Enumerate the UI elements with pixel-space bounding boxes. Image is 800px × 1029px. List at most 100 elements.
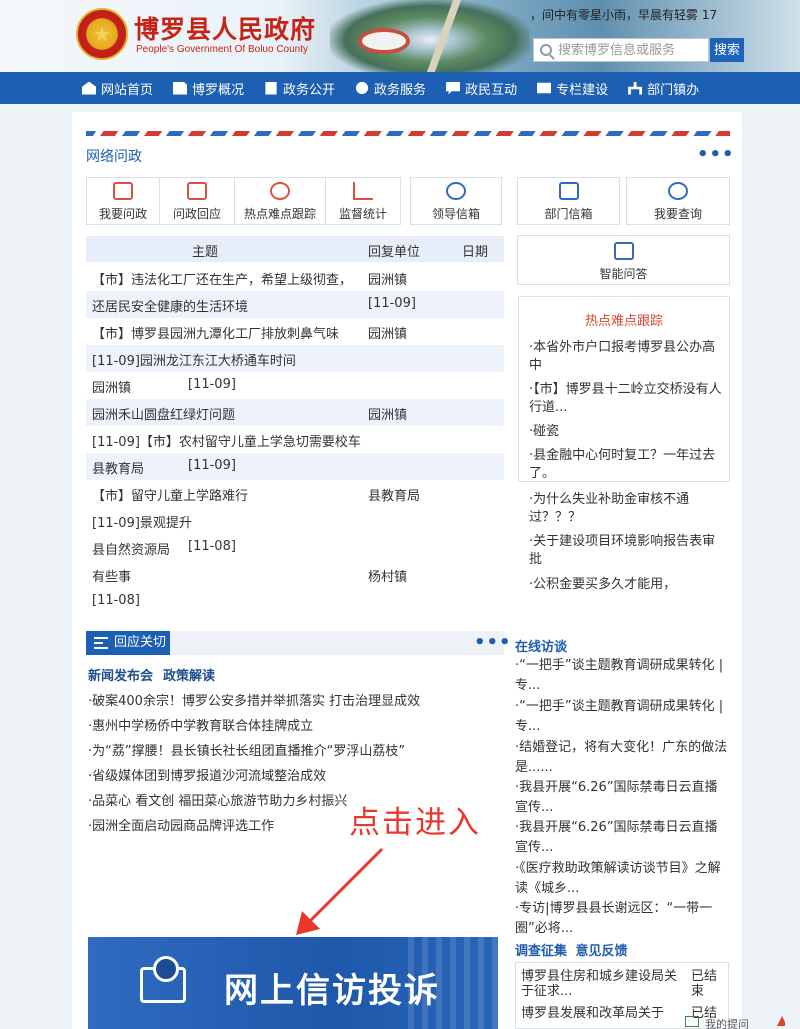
row-unit: 园洲镇 xyxy=(368,408,408,423)
survey-tabs: 调查征集 意见反馈 xyxy=(515,940,628,959)
wenzheng-tools: 我要问政 问政回应 热点难点跟踪 监督统计 xyxy=(86,177,401,225)
mail-icon xyxy=(558,182,579,200)
table-row[interactable]: 县自然资源局 [11-08] xyxy=(86,534,504,561)
talk-item[interactable]: ·结婚登记，将有大变化！广东的做法是...... xyxy=(515,738,729,778)
more-icon[interactable]: ••• xyxy=(697,146,735,164)
table-row[interactable]: [11-09]景观提升 xyxy=(86,507,504,534)
news-item[interactable]: ·为“荔”撑腰！县长镇长社长组团直播推介“罗浮山荔枝” xyxy=(88,740,405,759)
alert-icon xyxy=(777,1016,785,1026)
hot-item[interactable]: ·县金融中心何时复工？一年过去了。 xyxy=(529,447,725,483)
table-row[interactable]: 【市】博罗县园洲九潭化工厂排放刺鼻气味 园洲镇 xyxy=(86,318,504,345)
talk-item[interactable]: ·我县开展“6.26”国际禁毒日云直播宣传... xyxy=(515,818,729,858)
online-talk-title[interactable]: 在线访谈 xyxy=(515,636,567,655)
hot-tracking-title[interactable]: 热点难点跟踪 xyxy=(520,310,728,329)
news-item[interactable]: ·品菜心 看文创 福田菜心旅游节助力乡村振兴 xyxy=(88,790,347,809)
table-row[interactable]: 园洲禾山圆盘红绿灯问题 园洲镇 xyxy=(86,399,504,426)
question-icon xyxy=(270,182,290,200)
hot-item[interactable]: ·公积金要买多久才能用， xyxy=(529,576,725,594)
petition-banner[interactable]: 网上信访投诉 xyxy=(88,937,498,1029)
national-emblem-icon[interactable]: ★ xyxy=(76,8,128,60)
document-icon xyxy=(265,81,277,95)
main-nav: 网站首页 博罗概况 政务公开 政务服务 政民互动 专栏建设 部门镇办 xyxy=(0,72,800,104)
document-icon xyxy=(187,182,207,200)
nav-departments[interactable]: 部门镇办 xyxy=(628,79,699,98)
table-row[interactable]: 【市】留守儿童上学路难行 县教育局 xyxy=(86,480,504,507)
search-icon xyxy=(540,44,552,56)
hot-item[interactable]: ·【市】博罗县十二岭立交桥没有人行道... xyxy=(529,381,725,417)
table-row[interactable]: [11-09]园洲龙江东江大桥通车时间 xyxy=(86,345,504,372)
row-date: [11-09] xyxy=(188,377,236,392)
list-icon xyxy=(94,637,108,649)
row-date: [11-09] xyxy=(188,458,236,473)
site-title[interactable]: 博罗县人民政府 xyxy=(134,10,316,46)
nav-home[interactable]: 网站首页 xyxy=(82,79,153,98)
row-subject: 园洲镇 xyxy=(92,381,132,396)
nav-services[interactable]: 政务服务 xyxy=(355,79,426,98)
news-item[interactable]: ·园洲全面启动园商品牌评选工作 xyxy=(88,815,274,834)
tool-statistics[interactable]: 监督统计 xyxy=(325,177,401,225)
search-icon xyxy=(668,182,688,200)
table-row[interactable]: 还居民安全健康的生活环境 [11-09] xyxy=(86,291,504,318)
search-input[interactable] xyxy=(558,42,708,58)
table-row[interactable]: [11-08] xyxy=(86,588,504,615)
hot-item[interactable]: ·本省外市户口报考博罗县公办高中 xyxy=(529,339,725,375)
hot-item[interactable]: ·为什么失业补助金审核不通过？？？ xyxy=(529,491,725,527)
floating-ask-widget[interactable]: 我的提问 xyxy=(685,1016,785,1029)
more-icon[interactable]: ••• xyxy=(474,634,512,652)
tool-response[interactable]: 问政回应 xyxy=(159,177,235,225)
tab-feedback[interactable]: 意见反馈 xyxy=(576,944,628,959)
nav-overview[interactable]: 博罗概况 xyxy=(173,79,244,98)
tool-query[interactable]: 我要查询 xyxy=(626,177,730,225)
talk-item[interactable]: ·专访|博罗县县长谢远区：“一带一圈”必将... xyxy=(515,899,729,939)
search-button[interactable]: 搜索 xyxy=(710,38,744,62)
row-date: [11-08] xyxy=(188,539,236,554)
site-header: ★ 博罗县人民政府 People's Government Of Boluo C… xyxy=(0,0,800,72)
nav-columns[interactable]: 专栏建设 xyxy=(537,79,608,98)
row-subject: [11-09]景观提升 xyxy=(92,516,192,531)
book-icon xyxy=(537,82,552,94)
tab-response[interactable]: 回应关切 xyxy=(86,631,170,655)
talk-item[interactable]: ·我县开展“6.26”国际禁毒日云直播宣传... xyxy=(515,778,729,818)
tool-label: 我要问政 xyxy=(98,207,147,221)
table-row[interactable]: 有些事 杨村镇 xyxy=(86,561,504,588)
news-item[interactable]: ·惠州中学杨侨中学教育联合体挂牌成立 xyxy=(88,715,313,734)
news-item[interactable]: ·破案400余宗！博罗公安多措并举抓落实 打击治理显成效 xyxy=(88,690,420,709)
nav-gov-affairs[interactable]: 政务公开 xyxy=(264,79,335,98)
table-row[interactable]: 县教育局 [11-09] xyxy=(86,453,504,480)
row-subject: 【市】博罗县园洲九潭化工厂排放刺鼻气味 xyxy=(92,327,340,342)
nav-interaction[interactable]: 政民互动 xyxy=(446,79,517,98)
tool-leader-mailbox[interactable]: 领导信箱 xyxy=(410,177,502,225)
tool-hot-tracking[interactable]: 热点难点跟踪 xyxy=(234,177,326,225)
graduation-cap-icon xyxy=(613,242,634,260)
tab-policy-interpretation[interactable]: 政策解读 xyxy=(163,669,215,684)
table-row[interactable]: [11-09]【市】农村留守儿童上学急切需要校车 xyxy=(86,426,504,453)
nav-label: 政务公开 xyxy=(283,82,336,98)
survey-item[interactable]: 博罗县住房和城乡建设局关于征求... 已结束 xyxy=(515,969,729,999)
nav-label: 部门镇办 xyxy=(647,82,700,98)
tab-press-conference[interactable]: 新闻发布会 xyxy=(88,669,153,684)
col-subject: 主题 xyxy=(192,245,219,260)
search-box xyxy=(533,38,709,62)
tool-dept-mailbox[interactable]: 部门信箱 xyxy=(517,177,620,225)
tool-ask[interactable]: 我要问政 xyxy=(86,177,160,225)
talk-item[interactable]: ·“一把手”谈主题教育调研成果转化 | 专... xyxy=(515,656,729,696)
hot-item[interactable]: ·关于建设项目环境影响报告表审批 xyxy=(529,533,725,569)
row-subject: [11-09]【市】农村留守儿童上学急切需要校车 xyxy=(92,435,361,450)
nav-label: 网站首页 xyxy=(101,82,154,98)
tool-smart-qa[interactable]: 智能问答 xyxy=(517,235,730,285)
chart-icon xyxy=(353,182,373,200)
talk-item[interactable]: ·“一把手”谈主题教育调研成果转化 | 专... xyxy=(515,697,729,737)
news-item[interactable]: ·省级媒体团到博罗报道沙河流域整治成效 xyxy=(88,765,326,784)
talk-item[interactable]: ·《医疗救助政策解读访谈节目》之解读《城乡... xyxy=(515,859,729,899)
table-row[interactable]: 园洲镇 [11-09] xyxy=(86,372,504,399)
tool-label: 智能问答 xyxy=(599,267,648,281)
table-row[interactable]: 【市】违法化工厂还在生产，希望上级彻查， 园洲镇 xyxy=(86,264,504,291)
hot-item[interactable]: ·碰瓷 xyxy=(529,423,725,441)
nav-label: 政民互动 xyxy=(465,82,518,98)
nav-label: 政务服务 xyxy=(374,82,427,98)
survey-text: 博罗县住房和城乡建设局关于征求... xyxy=(521,969,678,999)
tool-label: 我要查询 xyxy=(653,207,702,221)
response-subtabs: 新闻发布会 政策解读 xyxy=(88,665,225,684)
tab-label: 回应关切 xyxy=(114,635,167,650)
tab-survey[interactable]: 调查征集 xyxy=(515,944,567,959)
